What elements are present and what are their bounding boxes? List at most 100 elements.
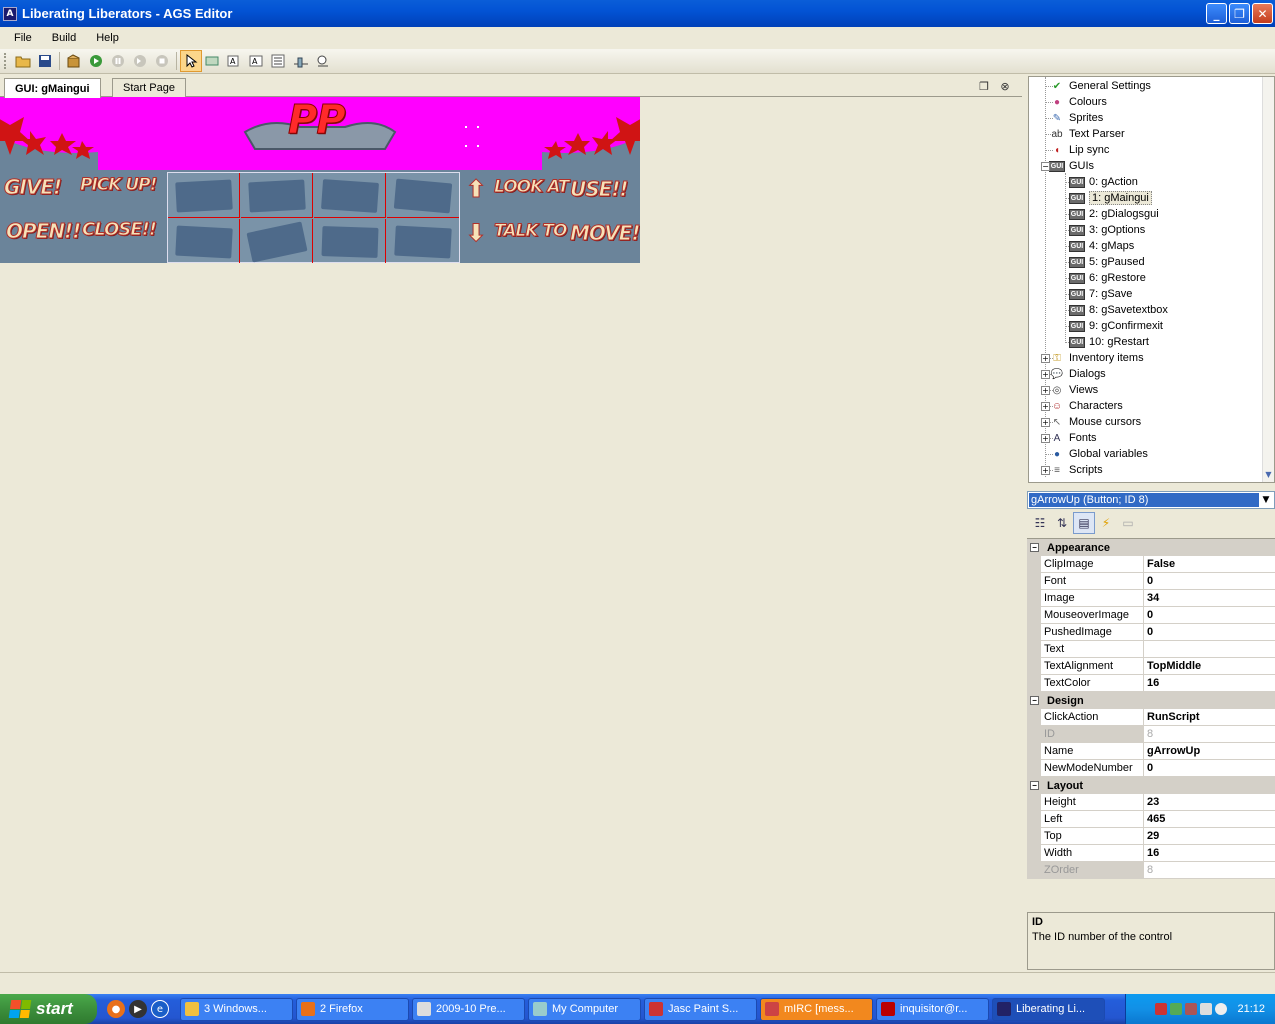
window-list-icon[interactable]: ❐ [976, 78, 992, 94]
tree-item[interactable]: GUI 4: gMaps [1069, 238, 1134, 254]
object-selector[interactable]: gArrowUp (Button; ID 8) ▼ [1027, 491, 1275, 509]
inventory-slot[interactable] [314, 219, 386, 263]
property-value[interactable]: False [1144, 556, 1275, 573]
tree-item[interactable]: GUI 6: gRestore [1069, 270, 1146, 286]
tree-item[interactable]: ◎ Views [1049, 382, 1099, 398]
property-value[interactable]: 0 [1144, 624, 1275, 641]
property-value[interactable]: RunScript [1144, 709, 1275, 726]
property-row[interactable]: NewModeNumber 0 [1027, 760, 1275, 777]
tree-item[interactable]: ✔ General Settings [1049, 78, 1151, 94]
tree-item[interactable]: 💬 Dialogs [1049, 366, 1106, 382]
firefox-icon[interactable]: ● [107, 1000, 125, 1018]
gui-canvas[interactable]: PP GIVE! PICK UP! OPEN!! CLOSE!! ⬆ ⬇ LOO… [0, 97, 640, 263]
tree-item[interactable]: ● Colours [1049, 94, 1107, 110]
tab-gui-gmaingui[interactable]: GUI: gMaingui [4, 78, 101, 98]
property-value[interactable]: gArrowUp [1144, 743, 1275, 760]
property-value[interactable]: 23 [1144, 794, 1275, 811]
taskbar-button[interactable]: 3 Windows... [180, 997, 293, 1021]
verb-talkto-button[interactable]: TALK TO [493, 221, 567, 242]
tree-item[interactable]: GUI 7: gSave [1069, 286, 1132, 302]
inventory-slot[interactable] [168, 173, 240, 218]
scroll-down-icon[interactable]: ▼ [1263, 468, 1274, 482]
tree-scrollbar[interactable]: ▼ [1262, 77, 1274, 482]
property-category[interactable]: − Appearance [1027, 539, 1275, 556]
menu-file[interactable]: File [6, 32, 40, 44]
property-row[interactable]: ClickAction RunScript [1027, 709, 1275, 726]
inventory-slot[interactable] [241, 219, 313, 263]
tree-item[interactable]: ⚿ Inventory items [1049, 350, 1143, 366]
tray-icon[interactable] [1215, 1003, 1228, 1015]
tree-item[interactable]: GUI GUIs [1049, 158, 1094, 174]
maximize-button[interactable]: ❐ [1229, 3, 1250, 24]
property-value[interactable] [1144, 641, 1275, 658]
verb-use-button[interactable]: USE!! [570, 177, 630, 202]
property-grid[interactable]: − Appearance ClipImage False Font 0 Image 34 Mou… [1027, 538, 1275, 879]
tree-item[interactable]: ↖ Mouse cursors [1049, 414, 1141, 430]
tree-item[interactable]: ◖ Lip sync [1049, 142, 1109, 158]
verb-open-button[interactable]: OPEN!! [5, 219, 81, 244]
taskbar-button[interactable]: My Computer [528, 997, 641, 1021]
minimize-button[interactable]: _ [1206, 3, 1227, 24]
project-tree[interactable]: ✔ General Settings ● Colours ✎ Sprites ab Text … [1028, 76, 1275, 483]
verb-close-button[interactable]: CLOSE!! [81, 219, 157, 241]
verb-give-button[interactable]: GIVE! [3, 175, 62, 200]
property-row[interactable]: ZOrder 8 [1027, 862, 1275, 879]
property-value[interactable]: 34 [1144, 590, 1275, 607]
tree-item[interactable]: ≡ Scripts [1049, 462, 1103, 478]
add-listbox-icon[interactable] [268, 50, 290, 72]
tray-icon[interactable] [1155, 1003, 1168, 1015]
collapse-icon[interactable]: − [1030, 696, 1039, 705]
property-row[interactable]: Font 0 [1027, 573, 1275, 590]
property-value[interactable]: 16 [1144, 845, 1275, 862]
tree-item[interactable]: A Fonts [1049, 430, 1097, 446]
property-category[interactable]: − Layout [1027, 777, 1275, 794]
inventory-slot[interactable] [314, 173, 386, 218]
property-row[interactable]: Name gArrowUp [1027, 743, 1275, 760]
arrow-down-button[interactable]: ⬇ [465, 219, 486, 248]
tree-item[interactable]: GUI 8: gSavetextbox [1069, 302, 1168, 318]
categorized-icon[interactable]: ☷ [1029, 512, 1051, 534]
tree-item[interactable]: GUI 0: gAction [1069, 174, 1138, 190]
taskbar-button[interactable]: inquisitor@r... [876, 997, 989, 1021]
property-value[interactable]: 465 [1144, 811, 1275, 828]
property-row[interactable]: Image 34 [1027, 590, 1275, 607]
expand-icon[interactable]: + [1041, 466, 1050, 475]
inventory-window[interactable] [167, 172, 460, 263]
expand-icon[interactable]: + [1041, 434, 1050, 443]
taskbar-button[interactable]: Liberating Li... [992, 997, 1105, 1021]
collapse-icon[interactable]: − [1030, 543, 1039, 552]
tree-item[interactable]: ● Global variables [1049, 446, 1148, 462]
expand-icon[interactable]: + [1041, 402, 1050, 411]
tray-icon[interactable] [1170, 1003, 1183, 1015]
tab-start-page[interactable]: Start Page [112, 78, 186, 97]
tray-icon[interactable] [1185, 1003, 1198, 1015]
property-row[interactable]: Width 16 [1027, 845, 1275, 862]
property-pages-icon[interactable]: ▭ [1117, 512, 1139, 534]
property-row[interactable]: Text [1027, 641, 1275, 658]
run-icon[interactable] [85, 50, 107, 72]
open-icon[interactable] [12, 50, 34, 72]
property-row[interactable]: MouseoverImage 0 [1027, 607, 1275, 624]
property-category[interactable]: − Design [1027, 692, 1275, 709]
property-value[interactable]: 16 [1144, 675, 1275, 692]
alphabetical-icon[interactable]: ⇅ [1051, 512, 1073, 534]
taskbar-button[interactable]: Jasc Paint S... [644, 997, 757, 1021]
inventory-slot[interactable] [241, 173, 313, 218]
add-label-icon[interactable]: A [224, 50, 246, 72]
close-tab-icon[interactable]: ⊗ [997, 78, 1013, 94]
menu-build[interactable]: Build [44, 32, 84, 44]
inventory-slot[interactable] [387, 219, 459, 263]
property-row[interactable]: ClipImage False [1027, 556, 1275, 573]
collapse-icon[interactable]: − [1030, 781, 1039, 790]
inventory-slot[interactable] [387, 173, 459, 218]
property-row[interactable]: TextColor 16 [1027, 675, 1275, 692]
step-icon[interactable] [129, 50, 151, 72]
select-icon[interactable] [180, 50, 202, 72]
property-value[interactable]: 0 [1144, 760, 1275, 777]
property-value[interactable]: TopMiddle [1144, 658, 1275, 675]
chevron-down-icon[interactable]: ▼ [1259, 493, 1273, 507]
property-row[interactable]: TextAlignment TopMiddle [1027, 658, 1275, 675]
taskbar-button[interactable]: 2009-10 Pre... [412, 997, 525, 1021]
build-icon[interactable] [63, 50, 85, 72]
inventory-slot[interactable] [168, 219, 240, 263]
